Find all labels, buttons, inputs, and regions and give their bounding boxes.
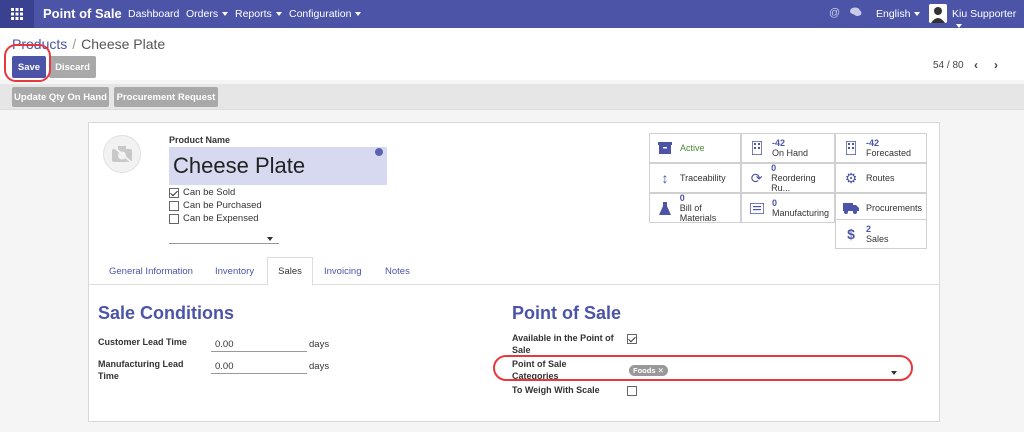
can-be-purchased-row[interactable]: Can be Purchased <box>169 200 262 211</box>
customer-lead-unit: days <box>309 339 330 350</box>
chevron-down-icon[interactable] <box>267 237 273 241</box>
smart-sales[interactable]: $ 2 Sales <box>835 219 927 249</box>
available-in-pos-label: Available in the Point of Sale <box>512 333 614 355</box>
app-brand[interactable]: Point of Sale <box>43 6 122 21</box>
pager-prev-icon[interactable]: ‹ <box>974 58 978 72</box>
can-be-expensed-label: Can be Expensed <box>183 213 259 224</box>
bom-value: 0 <box>679 193 685 203</box>
pager-next-icon[interactable]: › <box>994 58 998 72</box>
reordering-label: Reordering Ru... <box>771 173 816 193</box>
smart-active-label: Active <box>680 143 705 153</box>
list-alt-icon <box>748 202 766 214</box>
top-navbar: Point of Sale Dashboard Orders Reports C… <box>0 0 1024 29</box>
product-type-select[interactable] <box>169 243 279 244</box>
manufacturing-lead-underline <box>211 373 307 374</box>
translate-icon[interactable] <box>375 148 383 156</box>
can-be-purchased-label: Can be Purchased <box>183 200 262 211</box>
can-be-expensed-checkbox[interactable] <box>169 213 179 224</box>
to-weigh-checkbox[interactable] <box>627 386 637 396</box>
discard-button[interactable]: Discard <box>49 56 96 78</box>
flask-icon <box>656 201 674 215</box>
tab-sales[interactable]: Sales <box>267 257 313 286</box>
on-hand-label: On Hand <box>772 148 809 158</box>
form-sheet: Product Name Cheese Plate Can be Sold Ca… <box>88 122 940 422</box>
tab-notes[interactable]: Notes <box>385 266 410 277</box>
language-selector[interactable]: English <box>876 8 921 20</box>
chevron-down-icon <box>355 12 362 17</box>
cogs-icon: ⚙ <box>844 169 858 186</box>
point-of-sale-title: Point of Sale <box>512 303 622 323</box>
manufacturing-value: 0 <box>772 198 778 208</box>
arrows-vertical-icon: ↕ <box>661 170 669 186</box>
manufacturing-lead-input[interactable]: 0.00 <box>215 361 234 372</box>
menu-dashboard[interactable]: Dashboard <box>128 8 179 20</box>
chevron-down-icon <box>222 12 229 17</box>
can-be-sold-label: Can be Sold <box>183 187 236 198</box>
save-highlight-annotation <box>4 44 51 82</box>
refresh-icon: ⟳ <box>750 169 763 186</box>
can-be-sold-checkbox[interactable] <box>169 187 179 198</box>
archive-icon <box>656 142 674 154</box>
menu-orders[interactable]: Orders <box>186 8 229 20</box>
smart-active[interactable]: Active <box>649 133 741 163</box>
menu-configuration[interactable]: Configuration <box>289 8 362 20</box>
user-avatar[interactable] <box>929 4 947 23</box>
chevron-down-icon <box>914 12 921 17</box>
bom-label: Bill of Materials <box>679 203 717 223</box>
smart-routes[interactable]: ⚙ Routes <box>835 163 927 193</box>
can-be-expensed-row[interactable]: Can be Expensed <box>169 213 259 224</box>
chat-icon[interactable] <box>850 7 862 20</box>
dollar-icon: $ <box>847 226 855 242</box>
traceability-label: Traceability <box>680 173 726 183</box>
sales-value: 2 <box>866 224 872 234</box>
pager-value: 54 / 80 <box>933 60 964 71</box>
smart-manufacturing[interactable]: 0 Manufacturing <box>741 193 835 223</box>
procurement-request-button[interactable]: Procurement Request <box>114 87 218 107</box>
notebook-tabs: General Information Inventory Sales Invo… <box>89 257 939 286</box>
control-panel: Products / Cheese Plate Save Discard 54 / … <box>0 28 1024 80</box>
breadcrumb-separator: / <box>72 36 77 52</box>
truck-icon <box>842 202 860 214</box>
tab-inventory[interactable]: Inventory <box>215 266 254 277</box>
form-header: Update Qty On Hand Procurement Request <box>0 84 1024 110</box>
smart-bom[interactable]: 0 Bill of Materials <box>649 193 741 223</box>
can-be-sold-row[interactable]: Can be Sold <box>169 187 235 198</box>
on-hand-value: -42 <box>772 138 786 148</box>
menu-reports[interactable]: Reports <box>235 8 282 20</box>
sale-conditions-title: Sale Conditions <box>98 303 235 323</box>
forecasted-label: Forecasted <box>866 148 912 158</box>
building-icon <box>748 141 766 155</box>
page-title: Cheese Plate <box>81 36 166 52</box>
categories-highlight-annotation <box>493 355 913 381</box>
product-name-input[interactable]: Cheese Plate <box>169 147 387 185</box>
smart-forecasted[interactable]: -42 Forecasted <box>835 133 927 163</box>
procurements-label: Procurements <box>866 203 923 213</box>
manufacturing-lead-unit: days <box>309 361 330 372</box>
customer-lead-underline <box>211 351 307 352</box>
building-icon <box>842 141 860 155</box>
apps-menu-icon[interactable] <box>0 0 34 28</box>
tab-general-information[interactable]: General Information <box>109 266 193 277</box>
forecasted-value: -42 <box>866 138 880 148</box>
manufacturing-lead-label: Manufacturing Lead Time <box>98 359 184 381</box>
customer-lead-input[interactable]: 0.00 <box>215 339 234 350</box>
customer-lead-label: Customer Lead Time <box>98 337 187 347</box>
can-be-purchased-checkbox[interactable] <box>169 200 179 211</box>
update-qty-button[interactable]: Update Qty On Hand <box>12 87 109 107</box>
routes-label: Routes <box>866 173 895 183</box>
tab-invoicing[interactable]: Invoicing <box>324 266 362 277</box>
smart-traceability[interactable]: ↕ Traceability <box>649 163 741 193</box>
smart-on-hand[interactable]: -42 On Hand <box>741 133 835 163</box>
reordering-value: 0 <box>771 163 777 173</box>
available-in-pos-checkbox[interactable] <box>627 334 637 344</box>
sales-label: Sales <box>866 234 889 244</box>
product-name-label: Product Name <box>169 135 231 145</box>
at-icon[interactable]: @ <box>829 7 840 19</box>
manufacturing-label: Manufacturing <box>772 208 830 218</box>
chevron-down-icon <box>275 12 282 17</box>
camera-off-icon <box>112 145 132 163</box>
smart-reordering[interactable]: ⟳ 0 Reordering Ru... <box>741 163 835 193</box>
product-image[interactable] <box>103 135 141 173</box>
to-weigh-label: To Weigh With Scale <box>512 385 600 395</box>
